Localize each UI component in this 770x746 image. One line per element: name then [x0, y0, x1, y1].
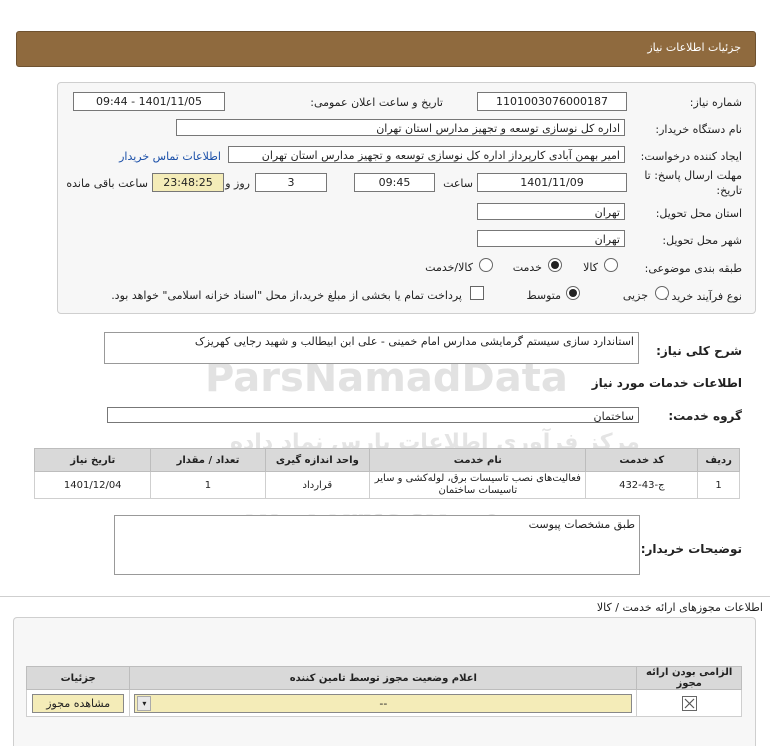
- category-label: طبقه بندی موضوعی:: [644, 262, 742, 275]
- service-group-field: ساختمان: [107, 407, 639, 423]
- need-number-label: شماره نیاز:: [689, 96, 742, 109]
- licenses-table: الزامی بودن ارائه مجوز اعلام وضعیت مجوز …: [25, 666, 742, 717]
- licenses-table-header: الزامی بودن ارائه مجوز اعلام وضعیت مجوز …: [25, 666, 742, 690]
- licenses-section-title: اطلاعات مجوزهای ارائه خدمت / کالا: [596, 601, 763, 614]
- buyer-org-label: نام دستگاه خریدار:: [655, 123, 742, 136]
- service-group-label: گروه خدمت:: [668, 409, 742, 423]
- chevron-down-icon: ▾: [137, 695, 152, 711]
- days-label: روز و: [225, 177, 250, 190]
- buyer-notes-label: توضیحات خریدار:: [640, 542, 742, 556]
- category-radio-goods[interactable]: [604, 258, 618, 272]
- buyer-org-field: اداره کل نوسازی توسعه و تجهیز مدارس استا…: [176, 119, 625, 136]
- col-qty: تعداد / مقدار: [150, 448, 266, 472]
- col-code: کد خدمت: [585, 448, 699, 472]
- category-goods-label: کالا: [583, 261, 598, 274]
- need-number-field: 1101003076000187: [477, 92, 627, 111]
- announce-date-field: 1401/11/05 - 09:44: [73, 92, 225, 111]
- creator-label: ایجاد کننده درخواست:: [640, 150, 742, 163]
- table-row: 1 ج-43-432 فعالیت‌های نصب تاسیسات برق، ل…: [33, 471, 740, 499]
- deadline-time-field: 09:45: [354, 173, 435, 192]
- deadline-time-label: ساعت: [443, 177, 473, 190]
- need-details-panel: [57, 82, 756, 314]
- table-row: -- ▾ مشاهده مجوز: [25, 689, 742, 717]
- deadline-label-date: تاریخ:: [716, 184, 742, 197]
- category-radio-goods-service[interactable]: [479, 258, 493, 272]
- col-unit: واحد اندازه گیری: [264, 448, 371, 472]
- summary-field: استاندارد سازی سیستم گرمایشی مدارس امام …: [104, 332, 639, 364]
- close-icon: [681, 695, 697, 711]
- category-service-label: خدمت: [512, 261, 542, 274]
- col-license-status: اعلام وضعیت مجوز توسط تامین کننده: [129, 666, 638, 690]
- process-type-label: نوع فرآیند خرید :: [664, 290, 742, 303]
- page-title: جزئیات اطلاعات نیاز: [647, 41, 741, 54]
- page-header: جزئیات اطلاعات نیاز: [16, 31, 756, 67]
- process-radio-medium[interactable]: [566, 286, 580, 300]
- license-status-select[interactable]: -- ▾: [134, 693, 633, 713]
- cell-license-status: -- ▾: [129, 689, 638, 717]
- cell-name: فعالیت‌های نصب تاسیسات برق، لوله‌کشی و س…: [369, 471, 587, 499]
- licenses-divider: [0, 596, 770, 597]
- col-name: نام خدمت: [369, 448, 587, 472]
- process-medium-label: متوسط: [526, 289, 561, 302]
- city-label: شهر محل تحویل:: [662, 234, 742, 247]
- services-table: ردیف کد خدمت نام خدمت واحد اندازه گیری ت…: [33, 448, 740, 499]
- process-radio-minor[interactable]: [655, 286, 669, 300]
- buyer-contact-link[interactable]: اطلاعات تماس خریدار: [119, 150, 221, 163]
- treasury-payment-checkbox[interactable]: [470, 286, 484, 300]
- province-field: تهران: [477, 203, 625, 220]
- view-license-button[interactable]: مشاهده مجوز: [32, 693, 125, 713]
- col-license-required: الزامی بودن ارائه مجوز: [636, 666, 742, 690]
- services-table-header: ردیف کد خدمت نام خدمت واحد اندازه گیری ت…: [33, 448, 740, 472]
- deadline-date-field: 1401/11/09: [477, 173, 627, 192]
- cell-unit: قرارداد: [264, 471, 371, 499]
- license-status-value: --: [379, 696, 388, 710]
- col-license-details: جزئیات: [25, 666, 131, 690]
- cell-license-required: [636, 689, 742, 717]
- treasury-payment-note: پرداخت تمام یا بخشی از مبلغ خرید،از محل …: [111, 289, 462, 302]
- remaining-time-label: ساعت باقی مانده: [66, 177, 148, 190]
- creator-field: امیر بهمن آبادی کارپرداز اداره کل نوسازی…: [228, 146, 625, 163]
- cell-license-details: مشاهده مجوز: [25, 689, 131, 717]
- announce-date-label: تاریخ و ساعت اعلان عمومی:: [310, 96, 443, 109]
- category-goods-service-label: کالا/خدمت: [425, 261, 473, 274]
- category-radio-service[interactable]: [548, 258, 562, 272]
- cell-row: 1: [697, 471, 740, 499]
- province-label: استان محل تحویل:: [655, 207, 742, 220]
- remaining-time-field: 23:48:25: [152, 173, 224, 192]
- buyer-notes-field: طبق مشخصات پیوست: [114, 515, 640, 575]
- city-field: تهران: [477, 230, 625, 247]
- cell-code: ج-43-432: [585, 471, 699, 499]
- days-field: 3: [255, 173, 327, 192]
- col-date: تاریخ نیاز: [33, 448, 152, 472]
- services-section-title: اطلاعات خدمات مورد نیاز: [591, 376, 742, 390]
- summary-label: شرح کلی نیاز:: [656, 344, 742, 358]
- process-minor-label: جزیی: [622, 289, 648, 302]
- cell-qty: 1: [150, 471, 266, 499]
- cell-date: 1401/12/04: [33, 471, 152, 499]
- col-row: ردیف: [697, 448, 740, 472]
- deadline-label: مهلت ارسال پاسخ: تا: [644, 169, 742, 182]
